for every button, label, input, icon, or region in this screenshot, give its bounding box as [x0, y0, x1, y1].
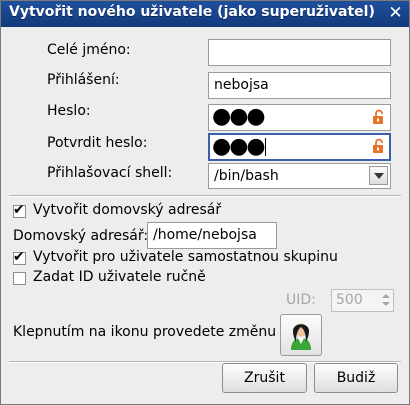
- separator: [9, 195, 401, 197]
- home-dir-input[interactable]: /home/nebojsa: [147, 222, 277, 249]
- manual-uid-checkbox[interactable]: [13, 272, 26, 285]
- confirm-password-value: ●●●: [212, 134, 266, 159]
- password-input[interactable]: ●●●: [208, 104, 391, 131]
- user-icon-button[interactable]: [280, 314, 322, 356]
- password-value: ●●●: [212, 104, 266, 129]
- uid-label: UID:: [286, 292, 316, 308]
- title-bar[interactable]: Vytvořit nového uživatele (jako superuži…: [1, 1, 409, 27]
- home-dir-label: Domovský adresář:: [13, 228, 149, 244]
- unlocked-padlock-icon: [373, 138, 383, 153]
- uid-value: 500: [336, 292, 363, 308]
- icon-change-label: Klepnutím na ikonu provedete změnu: [13, 324, 277, 340]
- chevron-down-icon: [374, 173, 384, 179]
- checkmark-icon: ✔: [13, 249, 25, 265]
- spin-down-icon[interactable]: [382, 302, 390, 306]
- unlocked-padlock-icon: [373, 109, 383, 124]
- create-home-label: Vytvořit domovský adresář: [33, 202, 222, 218]
- login-label: Přihlášení:: [47, 72, 120, 88]
- close-icon[interactable]: ✕: [385, 3, 406, 24]
- uid-spinbox[interactable]: 500: [331, 289, 394, 312]
- shell-value: /bin/bash: [214, 168, 279, 184]
- login-input[interactable]: nebojsa: [208, 72, 391, 99]
- text-caret: [264, 138, 266, 156]
- ok-button[interactable]: Budiž: [314, 363, 398, 393]
- shell-combobox[interactable]: /bin/bash: [208, 163, 391, 189]
- spin-buttons[interactable]: [379, 291, 392, 310]
- full-name-input[interactable]: [208, 39, 391, 66]
- create-group-checkbox[interactable]: ✔: [13, 249, 26, 265]
- cancel-button[interactable]: Zrušit: [222, 363, 307, 393]
- create-group-label: Vytvořit pro uživatele samostatnou skupi…: [33, 249, 338, 265]
- shell-label: Přihlašovací shell:: [47, 165, 173, 181]
- checkmark-icon: ✔: [13, 202, 25, 218]
- dropdown-button[interactable]: [369, 166, 388, 185]
- dialog-window: Vytvořit nového uživatele (jako superuži…: [0, 0, 410, 405]
- full-name-label: Celé jméno:: [47, 42, 131, 58]
- confirm-password-label: Potvrdit heslo:: [47, 135, 148, 151]
- manual-uid-label: Zadat ID uživatele ručně: [33, 269, 206, 285]
- confirm-password-input[interactable]: ●●●: [208, 133, 391, 161]
- create-home-checkbox[interactable]: ✔: [13, 202, 26, 218]
- spin-up-icon[interactable]: [382, 294, 390, 298]
- user-avatar-icon: [291, 323, 311, 350]
- password-label: Heslo:: [47, 103, 91, 119]
- window-title: Vytvořit nového uživatele (jako superuži…: [9, 4, 375, 20]
